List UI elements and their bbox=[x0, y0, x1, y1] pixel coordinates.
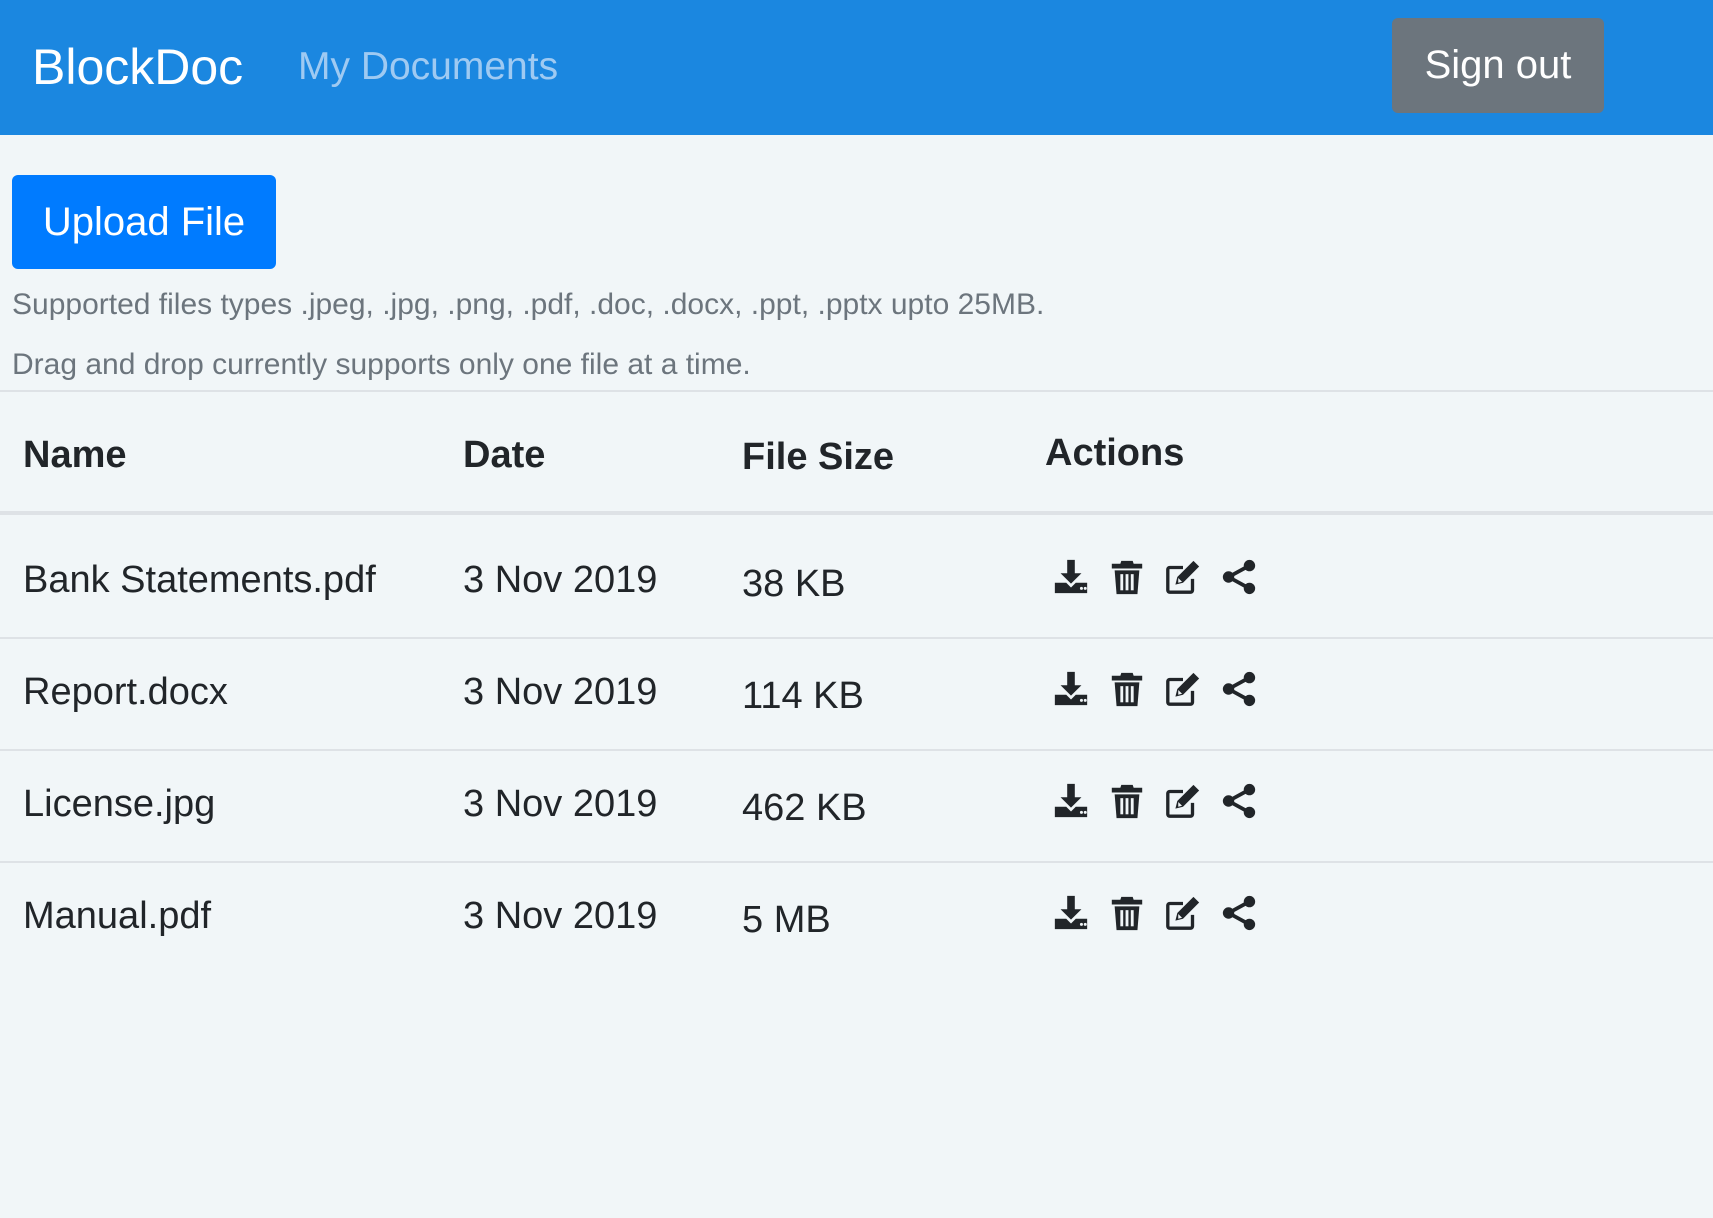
download-icon[interactable] bbox=[1052, 894, 1090, 932]
row-divider bbox=[0, 861, 1713, 863]
file-name: Manual.pdf bbox=[23, 895, 212, 937]
file-size: 38 KB bbox=[742, 563, 846, 605]
edit-icon[interactable] bbox=[1164, 670, 1202, 708]
edit-icon[interactable] bbox=[1164, 894, 1202, 932]
file-date: 3 Nov 2019 bbox=[463, 895, 658, 937]
trash-icon[interactable] bbox=[1108, 558, 1146, 596]
file-name: Bank Statements.pdf bbox=[23, 559, 376, 601]
file-size: 5 MB bbox=[742, 899, 831, 941]
sign-out-button[interactable]: Sign out bbox=[1392, 18, 1604, 113]
download-icon[interactable] bbox=[1052, 670, 1090, 708]
file-date: 3 Nov 2019 bbox=[463, 671, 658, 713]
share-icon[interactable] bbox=[1220, 894, 1258, 932]
header-file-size[interactable]: File Size bbox=[742, 432, 894, 482]
file-size: 114 KB bbox=[742, 675, 864, 717]
nav-link-my-documents[interactable]: My Documents bbox=[298, 42, 558, 92]
navbar: BlockDoc My Documents Sign out bbox=[0, 0, 1713, 135]
row-actions bbox=[1052, 669, 1258, 709]
file-name: License.jpg bbox=[23, 783, 216, 825]
brand-logo[interactable]: BlockDoc bbox=[32, 35, 243, 99]
row-actions bbox=[1052, 557, 1258, 597]
upload-file-button[interactable]: Upload File bbox=[12, 175, 276, 269]
download-icon[interactable] bbox=[1052, 782, 1090, 820]
header-date[interactable]: Date bbox=[463, 430, 545, 480]
file-size: 462 KB bbox=[742, 787, 867, 829]
trash-icon[interactable] bbox=[1108, 782, 1146, 820]
row-actions bbox=[1052, 781, 1258, 821]
row-divider bbox=[0, 749, 1713, 751]
file-date: 3 Nov 2019 bbox=[463, 783, 658, 825]
edit-icon[interactable] bbox=[1164, 782, 1202, 820]
supported-types-hint: Supported files types .jpeg, .jpg, .png,… bbox=[12, 288, 1045, 321]
download-icon[interactable] bbox=[1052, 558, 1090, 596]
trash-icon[interactable] bbox=[1108, 894, 1146, 932]
trash-icon[interactable] bbox=[1108, 670, 1146, 708]
header-name[interactable]: Name bbox=[23, 430, 127, 480]
file-date: 3 Nov 2019 bbox=[463, 559, 658, 601]
row-actions bbox=[1052, 893, 1258, 933]
share-icon[interactable] bbox=[1220, 558, 1258, 596]
share-icon[interactable] bbox=[1220, 782, 1258, 820]
edit-icon[interactable] bbox=[1164, 558, 1202, 596]
drag-drop-hint: Drag and drop currently supports only on… bbox=[12, 348, 751, 381]
header-bottom-border bbox=[0, 511, 1713, 515]
share-icon[interactable] bbox=[1220, 670, 1258, 708]
row-divider bbox=[0, 637, 1713, 639]
file-name: Report.docx bbox=[23, 671, 228, 713]
table-top-border bbox=[0, 390, 1713, 392]
header-actions: Actions bbox=[1045, 432, 1185, 474]
